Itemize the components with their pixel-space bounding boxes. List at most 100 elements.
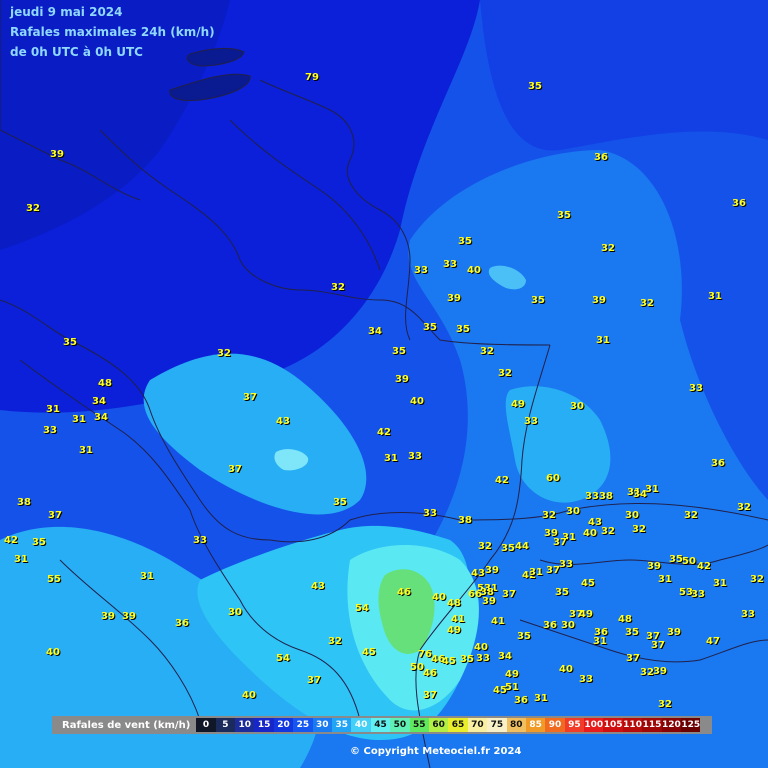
legend-cell: 85	[525, 718, 546, 732]
station-gust-value: 40	[242, 690, 256, 701]
legend-cell: 50	[390, 718, 410, 732]
station-gust-value: 35	[456, 324, 470, 335]
station-gust-value: 39	[122, 611, 136, 622]
station-gust-value: 40	[559, 664, 573, 675]
station-gust-value: 36	[543, 620, 557, 631]
station-gust-value: 49	[511, 399, 525, 410]
station-gust-value: 31	[645, 484, 659, 495]
station-gust-value: 30	[561, 620, 575, 631]
legend-cell: 30	[312, 718, 333, 732]
station-gust-value: 31	[72, 414, 86, 425]
map-period: de 0h UTC à 0h UTC	[10, 45, 143, 59]
legend-cell: 5	[215, 718, 236, 732]
station-gust-value: 40	[46, 647, 60, 658]
station-gust-value: 36	[594, 152, 608, 163]
station-gust-value: 32	[328, 636, 342, 647]
map-date: jeudi 9 mai 2024	[10, 5, 123, 19]
station-gust-value: 45	[581, 578, 595, 589]
station-gust-value: 31	[658, 574, 672, 585]
legend-cell: 20	[273, 718, 294, 732]
legend-cell: 70	[467, 718, 488, 732]
station-gust-value: 35	[555, 587, 569, 598]
station-gust-value: 37	[243, 392, 257, 403]
station-gust-value: 39	[485, 565, 499, 576]
station-gust-value: 36	[175, 618, 189, 629]
legend-cell: 105	[603, 718, 623, 732]
station-gust-value: 35	[458, 236, 472, 247]
station-gust-value: 39	[101, 611, 115, 622]
station-gust-value: 48	[618, 614, 632, 625]
station-gust-value: 32	[498, 368, 512, 379]
legend-cell: 55	[409, 718, 429, 732]
station-gust-value: 42	[697, 561, 711, 572]
station-gust-value: 37	[651, 640, 665, 651]
legend-cell: 35	[332, 718, 352, 732]
station-gust-value: 50	[410, 662, 424, 673]
station-gust-value: 32	[26, 203, 40, 214]
station-gust-value: 40	[432, 592, 446, 603]
station-gust-value: 35	[501, 543, 515, 554]
legend-cell: 40	[351, 718, 371, 732]
station-gust-value: 35	[460, 654, 474, 665]
station-gust-value: 37	[546, 565, 560, 576]
station-gust-value: 33	[524, 416, 538, 427]
station-gust-value: 39	[592, 295, 606, 306]
station-gust-value: 30	[625, 510, 639, 521]
station-gust-value: 31	[384, 453, 398, 464]
station-gust-value: 33	[414, 265, 428, 276]
station-gust-value: 40	[410, 396, 424, 407]
station-gust-value: 41	[491, 616, 505, 627]
station-gust-value: 33	[423, 508, 437, 519]
station-gust-value: 48	[447, 598, 461, 609]
station-gust-value: 46	[423, 668, 437, 679]
station-gust-value: 36	[711, 458, 725, 469]
station-gust-value: 31	[534, 693, 548, 704]
station-gust-value: 43	[276, 416, 290, 427]
station-gust-value: 35	[392, 346, 406, 357]
station-gust-value: 35	[333, 497, 347, 508]
station-gust-value: 33	[43, 425, 57, 436]
station-gust-value: 36	[732, 198, 746, 209]
station-gust-value: 45	[442, 656, 456, 667]
station-gust-value: 54	[276, 653, 290, 664]
station-gust-value: 33	[443, 259, 457, 270]
station-gust-value: 34	[368, 326, 382, 337]
station-gust-value: 47	[706, 636, 720, 647]
station-gust-value: 34	[498, 651, 512, 662]
station-gust-value: 37	[307, 675, 321, 686]
legend-scale: 0 5 10 15 20 25 30 35 40 45 50 55 60 65 70 75 80 85 90 95 10…	[196, 718, 701, 732]
station-gust-value: 32	[601, 243, 615, 254]
station-gust-value: 35	[517, 631, 531, 642]
station-gust-value: 39	[482, 596, 496, 607]
station-gust-value: 60	[546, 473, 560, 484]
station-gust-value: 35	[625, 627, 639, 638]
station-gust-value: 37	[553, 537, 567, 548]
legend-cell: 100	[584, 718, 604, 732]
station-gust-value: 34	[94, 412, 108, 423]
legend-cell: 75	[487, 718, 507, 732]
map-title: Rafales maximales 24h (km/h)	[10, 25, 215, 39]
color-legend: Rafales de vent (km/h) 0 5 10 15 20 25 30 35 40 4…	[52, 716, 712, 734]
station-gust-value: 37	[48, 510, 62, 521]
station-gust-value: 33	[691, 589, 705, 600]
station-gust-value: 38	[458, 515, 472, 526]
station-gust-value: 49	[579, 609, 593, 620]
station-gust-value: 31	[593, 636, 607, 647]
legend-cell: 25	[293, 718, 313, 732]
station-gust-value: 32	[542, 510, 556, 521]
legend-cell: 60	[428, 718, 449, 732]
station-gust-value: 45	[362, 647, 376, 658]
legend-cell: 0	[196, 718, 216, 732]
station-gust-value: 32	[478, 541, 492, 552]
station-gust-value: 36	[514, 695, 528, 706]
station-gust-value: 31	[708, 291, 722, 302]
station-gust-value: 41	[451, 614, 465, 625]
station-gust-value: 35	[531, 295, 545, 306]
station-gust-value: 42	[495, 475, 509, 486]
station-gust-value: 30	[566, 506, 580, 517]
station-gust-value: 43	[588, 517, 602, 528]
station-gust-value: 33	[579, 674, 593, 685]
station-gust-value: 33	[689, 383, 703, 394]
station-gust-value: 38	[17, 497, 31, 508]
station-gust-value: 37	[228, 464, 242, 475]
